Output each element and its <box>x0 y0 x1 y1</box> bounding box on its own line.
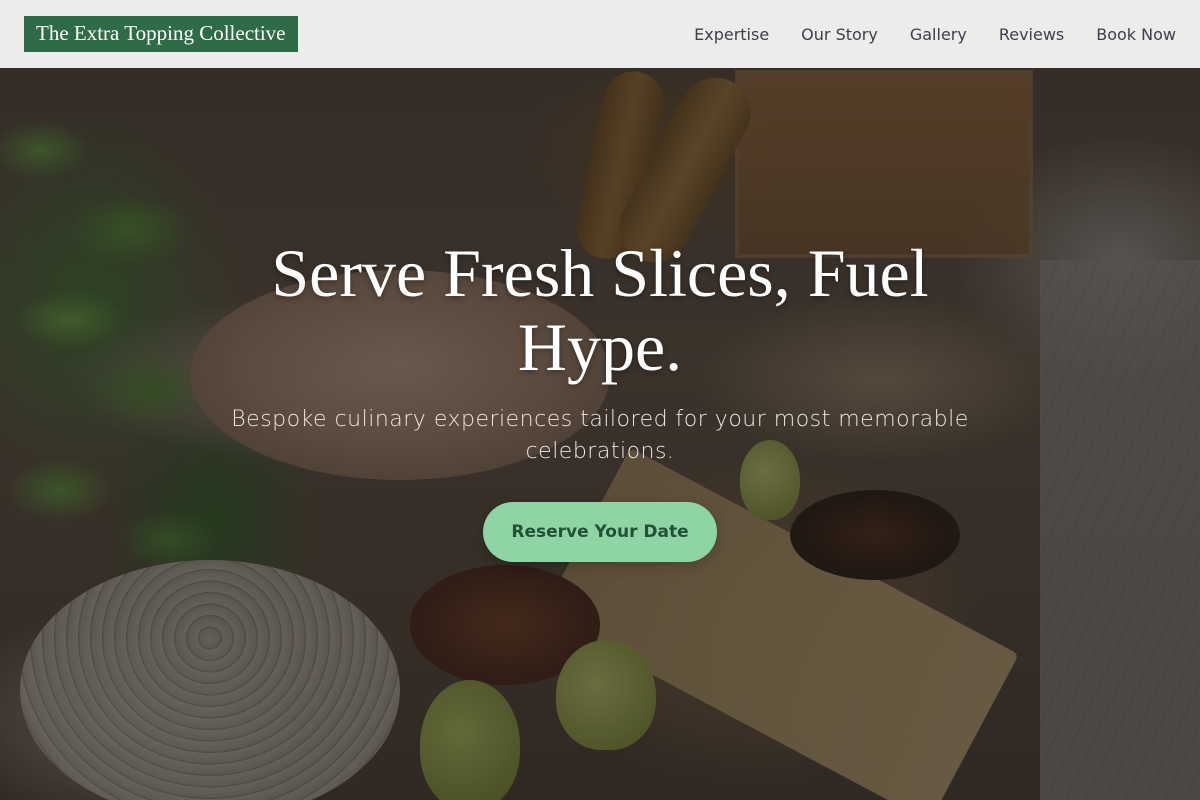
nav-link-book-now[interactable]: Book Now <box>1096 25 1176 44</box>
site-header: The Extra Topping Collective Expertise O… <box>0 0 1200 68</box>
hero-subtitle: Bespoke culinary experiences tailored fo… <box>231 407 969 464</box>
reserve-date-button[interactable]: Reserve Your Date <box>483 502 717 562</box>
nav-link-reviews[interactable]: Reviews <box>999 25 1064 44</box>
hero-section: Serve Fresh Slices, Fuel Hype. Bespoke c… <box>0 0 1200 800</box>
nav-link-gallery[interactable]: Gallery <box>910 25 967 44</box>
brand-logo[interactable]: The Extra Topping Collective <box>24 16 298 52</box>
nav-link-our-story[interactable]: Our Story <box>801 25 878 44</box>
main-nav: Expertise Our Story Gallery Reviews Book… <box>694 25 1176 44</box>
hero-headline: Serve Fresh Slices, Fuel Hype. <box>271 235 929 385</box>
nav-link-expertise[interactable]: Expertise <box>694 25 769 44</box>
